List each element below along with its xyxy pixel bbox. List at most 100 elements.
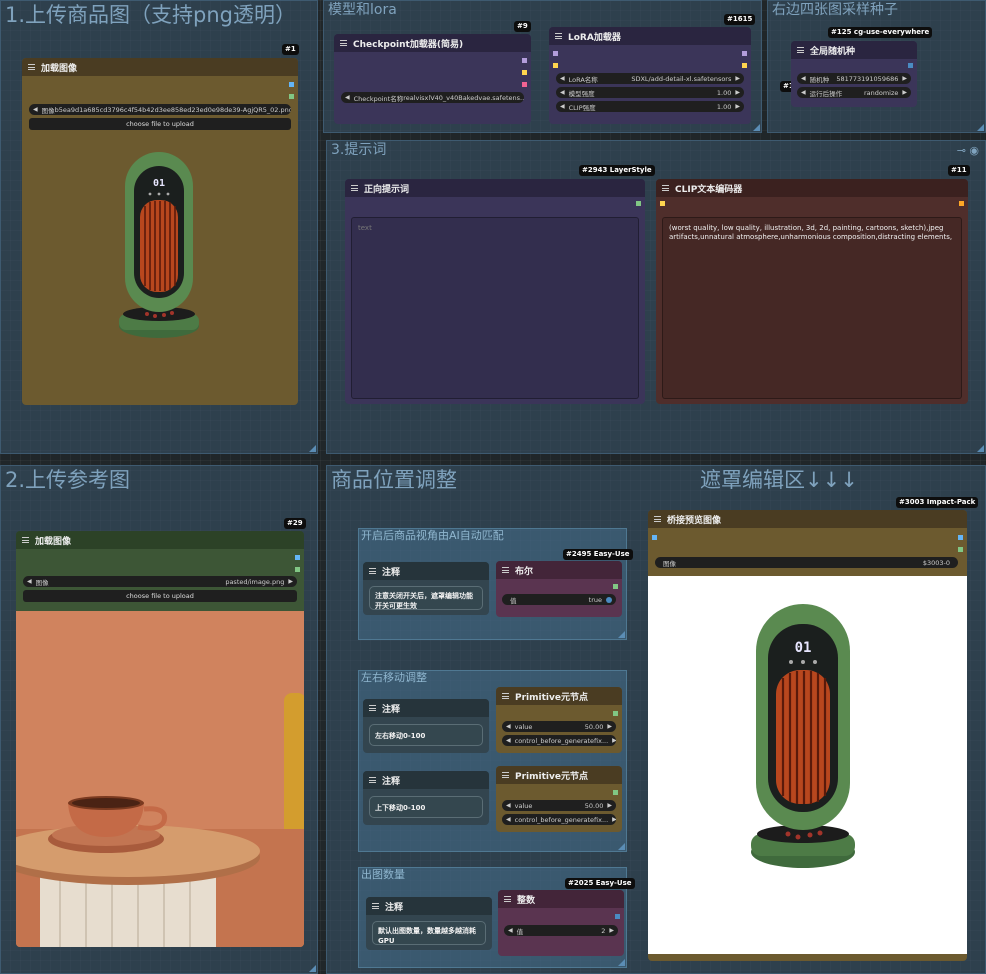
output-port-model[interactable] (742, 51, 747, 56)
resize-handle[interactable] (618, 959, 625, 966)
input-port-image[interactable] (652, 535, 657, 540)
right-arrow-icon[interactable]: ▶ (288, 578, 293, 585)
left-arrow-icon[interactable]: ◀ (560, 89, 565, 96)
image-select-widget[interactable]: ◀ 图像 b5ea9d1a685cd3796c4f54b42d3ee858ed2… (29, 104, 291, 115)
note-node[interactable]: 注释 左右移动0-100 (363, 699, 489, 753)
output-port-mask[interactable] (289, 94, 294, 99)
right-arrow-icon[interactable]: ▶ (735, 89, 740, 96)
right-arrow-icon[interactable]: ▶ (612, 737, 616, 744)
upload-button[interactable]: choose file to upload (23, 590, 297, 602)
menu-icon[interactable] (28, 64, 35, 70)
toggle-icon[interactable] (606, 596, 612, 603)
resize-handle[interactable] (977, 445, 984, 452)
resize-handle[interactable] (618, 843, 625, 850)
group-model-lora[interactable]: 模型和lora #9 #1615 Checkpoint加载器(简易) ◀ Che… (323, 0, 762, 133)
node-header[interactable]: 注释 (366, 897, 492, 915)
primitive-node-ud[interactable]: Primitive元节点 ◀ value 50.00 ▶ ◀ control_b… (496, 766, 622, 832)
menu-icon[interactable] (662, 185, 669, 191)
checkpoint-select-widget[interactable]: ◀ Checkpoint名称 realvisxlV40_v40Bakedvae.… (341, 92, 524, 103)
group-seed[interactable]: 右边四张图采样种子 #125 cg-use-everywhere #1 全局随机… (767, 0, 986, 133)
output-port-clip[interactable] (522, 70, 527, 75)
load-image-node[interactable]: 加载图像 ◀ 图像 b5ea9d1a685cd3796c4f54b42d3ee8… (22, 58, 298, 405)
right-arrow-icon[interactable]: ▶ (612, 816, 616, 823)
clip-strength-widget[interactable]: ◀ CLIP强度 1.00 ▶ (556, 101, 744, 112)
output-port-mask[interactable] (295, 567, 300, 572)
model-strength-widget[interactable]: ◀ 模型强度 1.00 ▶ (556, 87, 744, 98)
left-arrow-icon[interactable]: ◀ (33, 106, 38, 113)
left-arrow-icon[interactable]: ◀ (508, 927, 513, 934)
right-arrow-icon[interactable]: ▶ (735, 103, 740, 110)
node-header[interactable]: 加载图像 (22, 58, 298, 76)
output-port-model[interactable] (522, 58, 527, 63)
menu-icon[interactable] (654, 516, 661, 522)
left-arrow-icon[interactable]: ◀ (560, 75, 565, 82)
menu-icon[interactable] (797, 47, 804, 53)
note-node[interactable]: 注释 默认出图数量，数量越多越消耗GPU (366, 897, 492, 950)
resize-handle[interactable] (618, 631, 625, 638)
input-port-model[interactable] (553, 51, 558, 56)
note-node[interactable]: 注释 注意关闭开关后，遮罩编辑功能开关可更生效 (363, 562, 489, 615)
output-port-image[interactable] (289, 82, 294, 87)
group-upload-reference[interactable]: 2.上传参考图 #29 加载图像 ◀ 图像 pasted/image.png ▶… (0, 465, 318, 974)
positive-prompt-node[interactable]: 正向提示词 text (345, 179, 645, 404)
menu-icon[interactable] (369, 777, 376, 783)
after-generate-widget[interactable]: ◀ 运行后操作 randomize ▶ (797, 87, 911, 98)
menu-icon[interactable] (555, 33, 562, 39)
right-arrow-icon[interactable]: ▶ (902, 75, 907, 82)
left-arrow-icon[interactable]: ◀ (345, 94, 350, 101)
output-port-clip[interactable] (742, 63, 747, 68)
left-arrow-icon[interactable]: ◀ (506, 737, 511, 744)
menu-icon[interactable] (369, 568, 376, 574)
node-header[interactable]: 注释 (363, 771, 489, 789)
integer-node[interactable]: 整数 ◀ 值 2 ▶ (498, 890, 624, 956)
clip-text-encode-node[interactable]: CLIP文本编码器 (worst quality, low quality, i… (656, 179, 968, 404)
node-header[interactable]: 桥接预览图像 (648, 510, 967, 528)
menu-icon[interactable] (504, 896, 511, 902)
left-arrow-icon[interactable]: ◀ (506, 802, 511, 809)
node-header[interactable]: Primitive元节点 (496, 766, 622, 784)
right-arrow-icon[interactable]: ▶ (607, 802, 612, 809)
subgroup-ai-match[interactable]: 开启后商品视角由AI自动匹配 #2495 Easy-Use 注释 注意关闭开关后… (358, 528, 633, 640)
negative-textarea[interactable]: (worst quality, low quality, illustratio… (662, 217, 962, 399)
upload-button[interactable]: choose file to upload (29, 118, 291, 130)
control-widget[interactable]: ◀ control_before_generate fix... ▶ (502, 814, 616, 825)
left-arrow-icon[interactable]: ◀ (27, 578, 32, 585)
image-widget[interactable]: 图像 $3003-0 (655, 557, 958, 568)
note-text[interactable]: 注意关闭开关后，遮罩编辑功能开关可更生效 (369, 586, 483, 610)
checkpoint-loader-node[interactable]: Checkpoint加载器(简易) ◀ Checkpoint名称 realvis… (334, 34, 531, 124)
group-upload-product[interactable]: 1.上传商品图（支持png透明） #1 加载图像 ◀ 图像 b5ea9d1a68… (0, 0, 318, 454)
menu-icon[interactable] (369, 705, 376, 711)
output-port-string[interactable] (636, 201, 641, 206)
menu-icon[interactable] (22, 537, 29, 543)
seed-widget[interactable]: ◀ 随机种 581773191059686 ▶ (797, 73, 911, 84)
left-arrow-icon[interactable]: ◀ (801, 75, 806, 82)
node-header[interactable]: CLIP文本编码器 (656, 179, 968, 197)
right-arrow-icon[interactable]: ▶ (735, 75, 740, 82)
output-port-int[interactable] (615, 914, 620, 919)
output-port-connect[interactable] (613, 790, 618, 795)
load-reference-node[interactable]: 加载图像 ◀ 图像 pasted/image.png ▶ choose file… (16, 531, 304, 947)
right-arrow-icon[interactable]: ▶ (609, 927, 614, 934)
value-widget[interactable]: ◀ value 50.00 ▶ (502, 800, 616, 811)
resize-handle[interactable] (309, 965, 316, 972)
menu-icon[interactable] (502, 693, 509, 699)
menu-icon[interactable] (372, 903, 379, 909)
link-visibility-icon[interactable]: ⊸ ◉ (957, 144, 979, 157)
resize-handle[interactable] (753, 124, 760, 131)
note-node[interactable]: 注释 上下移动0-100 (363, 771, 489, 825)
subgroup-count[interactable]: 出图数量 #2025 Easy-Use 注释 默认出图数量，数量越多越消耗GPU… (358, 867, 635, 968)
int-widget[interactable]: ◀ 值 2 ▶ (504, 925, 618, 936)
output-port-connect[interactable] (613, 711, 618, 716)
right-arrow-icon[interactable]: ▶ (607, 723, 612, 730)
node-header[interactable]: 加载图像 (16, 531, 304, 549)
node-header[interactable]: 布尔 (496, 561, 622, 579)
node-header[interactable]: 整数 (498, 890, 624, 908)
resize-handle[interactable] (309, 445, 316, 452)
output-port-image[interactable] (958, 535, 963, 540)
note-text[interactable]: 上下移动0-100 (369, 796, 483, 818)
input-port-clip[interactable] (660, 201, 665, 206)
node-header[interactable]: 注释 (363, 562, 489, 580)
left-arrow-icon[interactable]: ◀ (506, 723, 511, 730)
menu-icon[interactable] (351, 185, 358, 191)
node-header[interactable]: 注释 (363, 699, 489, 717)
